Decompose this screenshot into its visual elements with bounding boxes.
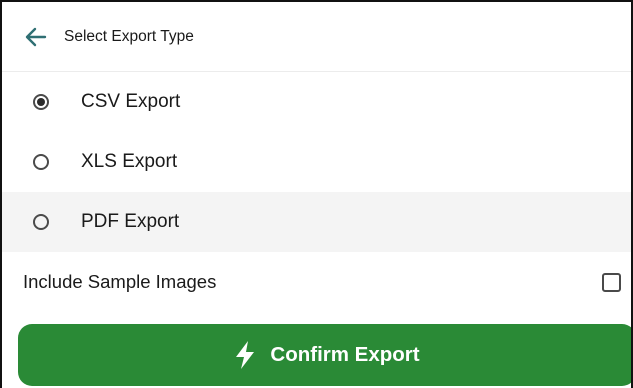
page-title: Select Export Type [64,27,194,45]
include-sample-images-checkbox[interactable] [602,272,621,292]
confirm-export-button[interactable]: Confirm Export [18,324,631,386]
export-type-panel: Select Export Type CSV Export XLS Export… [0,0,633,388]
back-button[interactable] [18,19,54,55]
export-option-csv[interactable]: CSV Export [2,72,631,132]
radio-button-csv[interactable] [33,94,49,110]
confirm-export-label: Confirm Export [270,343,420,366]
export-option-label: PDF Export [81,211,180,232]
radio-button-pdf[interactable] [33,214,49,230]
export-option-label: CSV Export [81,91,181,112]
header-bar: Select Export Type [2,2,631,72]
radio-selected-dot [37,98,45,106]
lightning-bolt-icon [236,341,255,369]
radio-button-xls[interactable] [33,154,49,170]
export-option-xls[interactable]: XLS Export [2,132,631,192]
export-option-label: XLS Export [81,151,178,172]
export-option-pdf[interactable]: PDF Export [2,192,631,252]
arrow-left-icon [25,27,47,46]
include-sample-images-row: Include Sample Images [2,252,631,312]
include-sample-images-label: Include Sample Images [23,271,217,292]
